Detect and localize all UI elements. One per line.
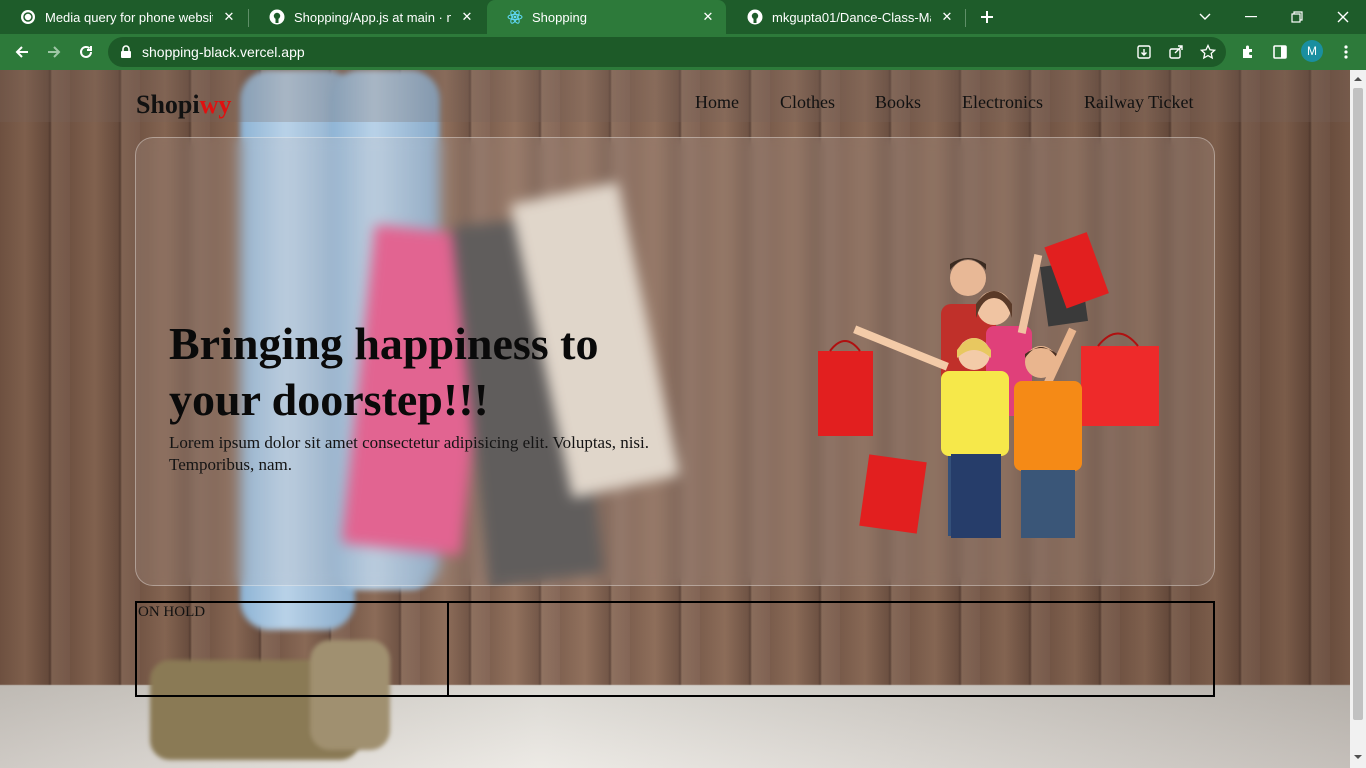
- on-hold-section: ON HOLD: [135, 601, 1215, 697]
- close-tab-icon[interactable]: ✕: [457, 7, 477, 27]
- reload-button[interactable]: [72, 38, 100, 66]
- share-icon[interactable]: [1162, 38, 1190, 66]
- site-logo[interactable]: Shopiwy: [136, 90, 231, 120]
- logo-part-2: wy: [199, 90, 232, 119]
- page-viewport: Shopiwy Home Clothes Books Electronics R…: [0, 70, 1350, 768]
- bookmark-star-icon[interactable]: [1194, 38, 1222, 66]
- close-tab-icon[interactable]: ✕: [219, 7, 239, 27]
- nav-books-link[interactable]: Books: [875, 92, 921, 113]
- chatgpt-icon: [20, 9, 36, 25]
- site-navbar: Shopiwy Home Clothes Books Electronics R…: [0, 70, 1350, 122]
- logo-part-1: Shopi: [136, 90, 200, 119]
- extensions-icon[interactable]: [1234, 38, 1262, 66]
- tab-shopping-appjs[interactable]: Shopping/App.js at main · mkgupta01 ✕: [249, 0, 485, 34]
- tab-separator: [965, 9, 966, 27]
- nav-railway-ticket-link[interactable]: Railway Ticket: [1084, 92, 1194, 113]
- scroll-up-icon[interactable]: [1350, 72, 1366, 86]
- browser-toolbar: shopping-black.vercel.app M: [0, 34, 1366, 70]
- scroll-thumb[interactable]: [1353, 88, 1363, 720]
- tab-title: Shopping: [532, 9, 587, 25]
- close-tab-icon[interactable]: ✕: [698, 7, 718, 27]
- tab-title: Shopping/App.js at main · mkgupta01: [294, 9, 451, 25]
- hero-card: Bringing happiness to your doorstep!!! L…: [135, 137, 1215, 586]
- hero-subtext: Lorem ipsum dolor sit amet consectetur a…: [169, 433, 650, 474]
- github-icon: [269, 9, 285, 25]
- install-app-icon[interactable]: [1130, 38, 1158, 66]
- back-button[interactable]: [8, 38, 36, 66]
- page-scrollbar[interactable]: [1350, 70, 1366, 768]
- tab-search-icon[interactable]: [1182, 0, 1228, 34]
- tab-shopping[interactable]: Shopping ✕: [487, 0, 726, 34]
- tab-title: mkgupta01/Dance-Class-Management: [772, 9, 931, 25]
- on-hold-label: ON HOLD: [138, 604, 206, 620]
- tab-media-query[interactable]: Media query for phone website. ✕: [0, 0, 247, 34]
- close-window-button[interactable]: [1320, 0, 1366, 34]
- new-tab-button[interactable]: [976, 6, 998, 28]
- forward-button[interactable]: [40, 38, 68, 66]
- scroll-down-icon[interactable]: [1350, 750, 1366, 764]
- address-bar[interactable]: shopping-black.vercel.app: [108, 37, 1226, 67]
- tab-strip: Media query for phone website. ✕ Shoppin…: [0, 0, 1366, 34]
- profile-avatar[interactable]: M: [1301, 40, 1323, 62]
- close-tab-icon[interactable]: ✕: [937, 7, 957, 27]
- side-panel-icon[interactable]: [1266, 38, 1294, 66]
- nav-electronics-link[interactable]: Electronics: [962, 92, 1043, 113]
- tab-title: Media query for phone website.: [45, 9, 213, 25]
- restore-button[interactable]: [1274, 0, 1320, 34]
- github-icon: [747, 9, 763, 25]
- minimize-button[interactable]: [1228, 0, 1274, 34]
- nav-clothes-link[interactable]: Clothes: [780, 92, 835, 113]
- tab-dance-class[interactable]: mkgupta01/Dance-Class-Management ✕: [727, 0, 965, 34]
- nav-home-link[interactable]: Home: [695, 92, 739, 113]
- react-icon: [507, 9, 523, 25]
- lock-icon[interactable]: [120, 45, 132, 59]
- browser-menu-icon[interactable]: [1332, 38, 1360, 66]
- url-text: shopping-black.vercel.app: [142, 44, 305, 60]
- hero-headline: Bringing happiness to your doorstep!!!: [169, 318, 599, 425]
- shopping-family-image: [818, 232, 1159, 538]
